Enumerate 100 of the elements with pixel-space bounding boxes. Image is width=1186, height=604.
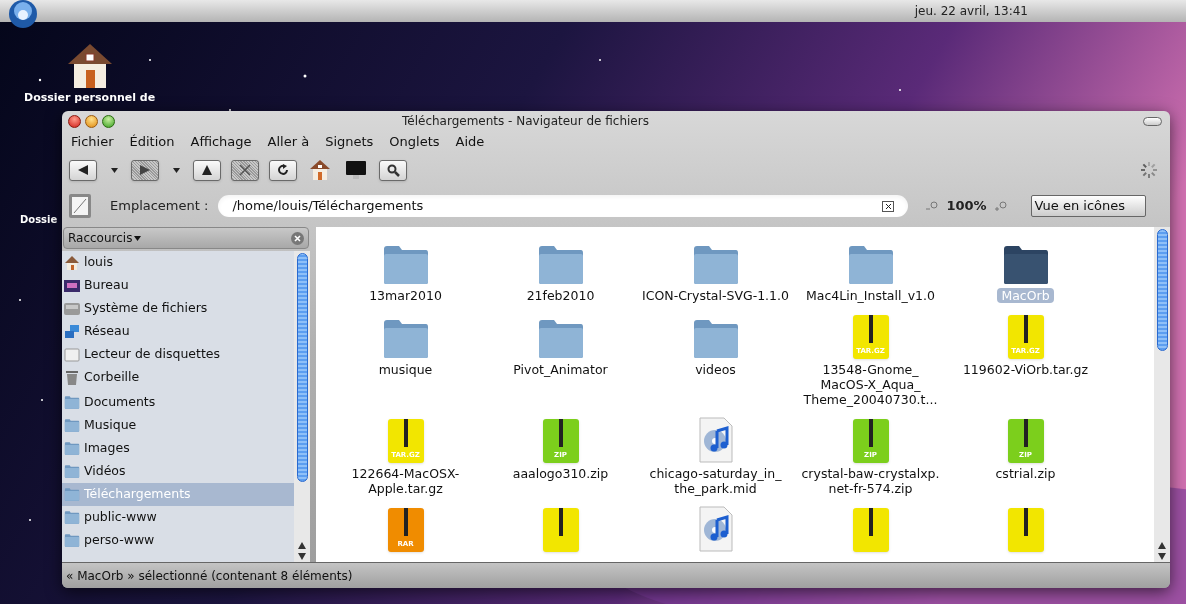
sidebar-title[interactable]: Raccourcis [68,229,133,247]
sidebar-item-label: Corbeille [84,368,140,387]
audio-file-icon [697,417,734,463]
sidebar-item[interactable]: Corbeille [62,366,294,389]
file-name: aaalogo310.zip [511,466,610,481]
sidebar-item-label: louis [84,253,114,272]
file-item[interactable]: videos [638,307,793,407]
sidebar-item-label: Musique [84,416,137,435]
trash-icon [65,369,79,386]
orb-icon[interactable] [8,0,38,29]
close-icon[interactable] [291,231,304,245]
file-name: musique [377,362,434,377]
folder-icon [381,245,430,285]
scrollbar[interactable] [1154,227,1170,562]
sidebar-item-label: Réseau [84,322,130,341]
maximize-icon[interactable] [102,114,115,128]
spinner-icon [1139,160,1159,180]
drive-icon [64,301,80,316]
sidebar-item[interactable]: Lecteur de disquettes [62,343,294,366]
file-item[interactable]: 21feb2010 [483,233,638,303]
location-field[interactable]: /home/louis/Téléchargements [218,195,909,217]
file-name: 21feb2010 [525,288,596,303]
audio-file-icon [697,506,734,552]
file-name: 13548-Gnome_ MacOS-X_Aqua_ Theme_20040730.t... [802,362,939,407]
folder-icon [64,488,80,501]
sidebar-item[interactable]: Système de fichiers [62,297,294,320]
sidebar-item[interactable]: Bureau [62,274,294,297]
menu-item[interactable]: Affichage [190,132,252,152]
folder-icon [64,442,80,455]
file-name: ICON-Crystal-SVG-1.1.0 [641,288,790,303]
file-item[interactable]: chicago-saturday_in_ the_park.mid [638,411,793,496]
sidebar-item-label: Système de fichiers [84,299,208,318]
scroll-arrows-icon[interactable] [1158,542,1166,560]
folder-icon [64,534,80,547]
folder-icon [691,319,740,359]
scrollbar[interactable] [294,251,310,562]
sidebar-item-label: Documents [84,393,156,412]
folder-icon [846,245,895,285]
sidebar-item[interactable]: louis [62,251,294,274]
back-arrow-icon [77,164,89,176]
file-item[interactable]: ICON-Crystal-SVG-1.1.0 [638,233,793,303]
back-button[interactable] [69,159,97,181]
menu-item[interactable]: Signets [325,132,374,152]
status-text: « MacOrb » sélectionné (contenant 8 éléments) [66,567,353,585]
up-button[interactable] [193,159,221,181]
file-name: Pivot_Animator [512,362,609,377]
menu-item[interactable]: Onglets [389,132,440,152]
search-button[interactable] [379,159,407,181]
desktop-icon-label[interactable]: Dossie [20,212,58,227]
zoom-out-icon[interactable] [926,200,939,212]
file-name: crystal-baw-crystalxp. net-fr-574.zip [800,466,941,496]
sidebar-item-label: Vidéos [84,462,126,481]
sidebar-item-label: Téléchargements [84,485,191,504]
file-name: 13mar2010 [368,288,443,303]
folder-icon [64,419,80,432]
menu-item[interactable]: Aller à [267,132,310,152]
file-item[interactable]: 13mar2010 [328,233,483,303]
menu-item[interactable]: Aide [455,132,485,152]
file-name: Mac4Lin_Install_v1.0 [804,288,936,303]
search-icon [386,163,400,177]
sidebar-item-label: Images [84,439,130,458]
sidebar-item[interactable]: perso-www [62,529,294,552]
caret-icon [134,235,142,241]
sidebar-item[interactable]: Images [62,437,294,460]
zoom-in-icon[interactable] [994,200,1007,212]
sidebar-item[interactable]: Réseau [62,320,294,343]
menu-item[interactable]: Édition [129,132,175,152]
minimize-icon[interactable] [85,114,98,128]
toolbar-toggle-icon[interactable] [1143,116,1162,126]
folder-icon [536,319,585,359]
sidebar-item-label: public-www [84,508,157,527]
file-item[interactable]: Mac4Lin_Install_v1.0 [793,233,948,303]
close-icon[interactable] [68,114,81,128]
desktop-icon-label[interactable]: Dossier personnel de [24,90,156,107]
clear-icon[interactable] [882,200,895,212]
file-item[interactable]: musique [328,307,483,407]
sidebar-item[interactable]: public-www [62,506,294,529]
monitor-icon [345,160,367,180]
house-icon [64,254,80,271]
folder-icon [64,511,80,524]
sidebar-item[interactable]: Vidéos [62,460,294,483]
file-name: MacOrb [997,288,1054,303]
computer-button[interactable] [343,158,369,182]
menu-item[interactable]: Fichier [71,132,114,152]
folder-icon [381,319,430,359]
file-name: videos [694,362,737,377]
zoom-level: 100% [946,197,987,216]
sidebar-item[interactable]: Documents [62,391,294,414]
file-item[interactable]: Pivot_Animator [483,307,638,407]
scroll-arrows-icon[interactable] [298,542,306,560]
sidebar-item[interactable]: Musique [62,414,294,437]
desktop-icon [64,279,80,292]
sidebar-item-label: Bureau [84,276,129,295]
clock[interactable]: jeu. 22 avril, 13:41 [914,2,1028,20]
pencil-icon[interactable] [68,193,92,219]
caret-icon [172,167,180,173]
location-label: Emplacement : [110,197,209,216]
file-name: chicago-saturday_in_ the_park.mid [648,466,783,496]
view-select[interactable]: Vue en icônes [1030,195,1146,217]
reload-button[interactable] [269,159,297,181]
